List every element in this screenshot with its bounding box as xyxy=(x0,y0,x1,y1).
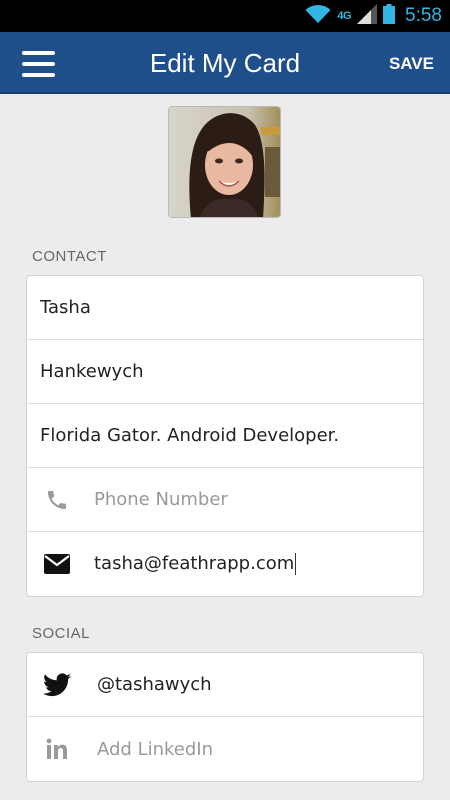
headline-field[interactable]: Florida Gator. Android Developer. xyxy=(27,404,423,468)
last-name-value: Hankewych xyxy=(40,361,144,382)
signal-icon xyxy=(357,4,378,28)
email-value: tasha@feathrapp.com xyxy=(94,553,295,574)
social-section-label: SOCIAL xyxy=(32,625,91,642)
social-card: @tashawych Add LinkedIn xyxy=(26,652,424,782)
network-type: 4G xyxy=(337,10,352,22)
first-name-field[interactable]: Tasha xyxy=(27,276,423,340)
wifi-icon xyxy=(305,4,331,28)
contact-card: Tasha Hankewych Florida Gator. Android D… xyxy=(26,275,424,597)
twitter-value: @tashawych xyxy=(97,674,212,695)
headline-value: Florida Gator. Android Developer. xyxy=(40,425,340,446)
linkedin-placeholder: Add LinkedIn xyxy=(97,738,214,760)
twitter-icon xyxy=(43,671,71,699)
text-cursor xyxy=(295,553,297,575)
avatar[interactable] xyxy=(168,106,281,218)
phone-icon xyxy=(43,486,71,514)
phone-placeholder: Phone Number xyxy=(94,489,228,510)
first-name-value: Tasha xyxy=(40,297,91,318)
app-bar: Edit My Card SAVE xyxy=(0,32,450,94)
email-value-wrap: tasha@feathrapp.com xyxy=(94,553,297,575)
status-bar: 4G 5:58 xyxy=(0,0,450,32)
phone-field[interactable]: Phone Number xyxy=(27,468,423,532)
twitter-field[interactable]: @tashawych xyxy=(27,653,423,717)
contact-section-label: CONTACT xyxy=(32,248,107,265)
save-button[interactable]: SAVE xyxy=(389,54,434,74)
linkedin-field[interactable]: Add LinkedIn xyxy=(27,717,423,781)
email-icon xyxy=(43,550,71,578)
last-name-field[interactable]: Hankewych xyxy=(27,340,423,404)
page-title: Edit My Card xyxy=(149,48,301,78)
email-field[interactable]: tasha@feathrapp.com xyxy=(27,532,423,596)
battery-icon xyxy=(383,4,396,28)
clock: 5:58 xyxy=(405,5,442,26)
linkedin-icon xyxy=(43,735,71,763)
